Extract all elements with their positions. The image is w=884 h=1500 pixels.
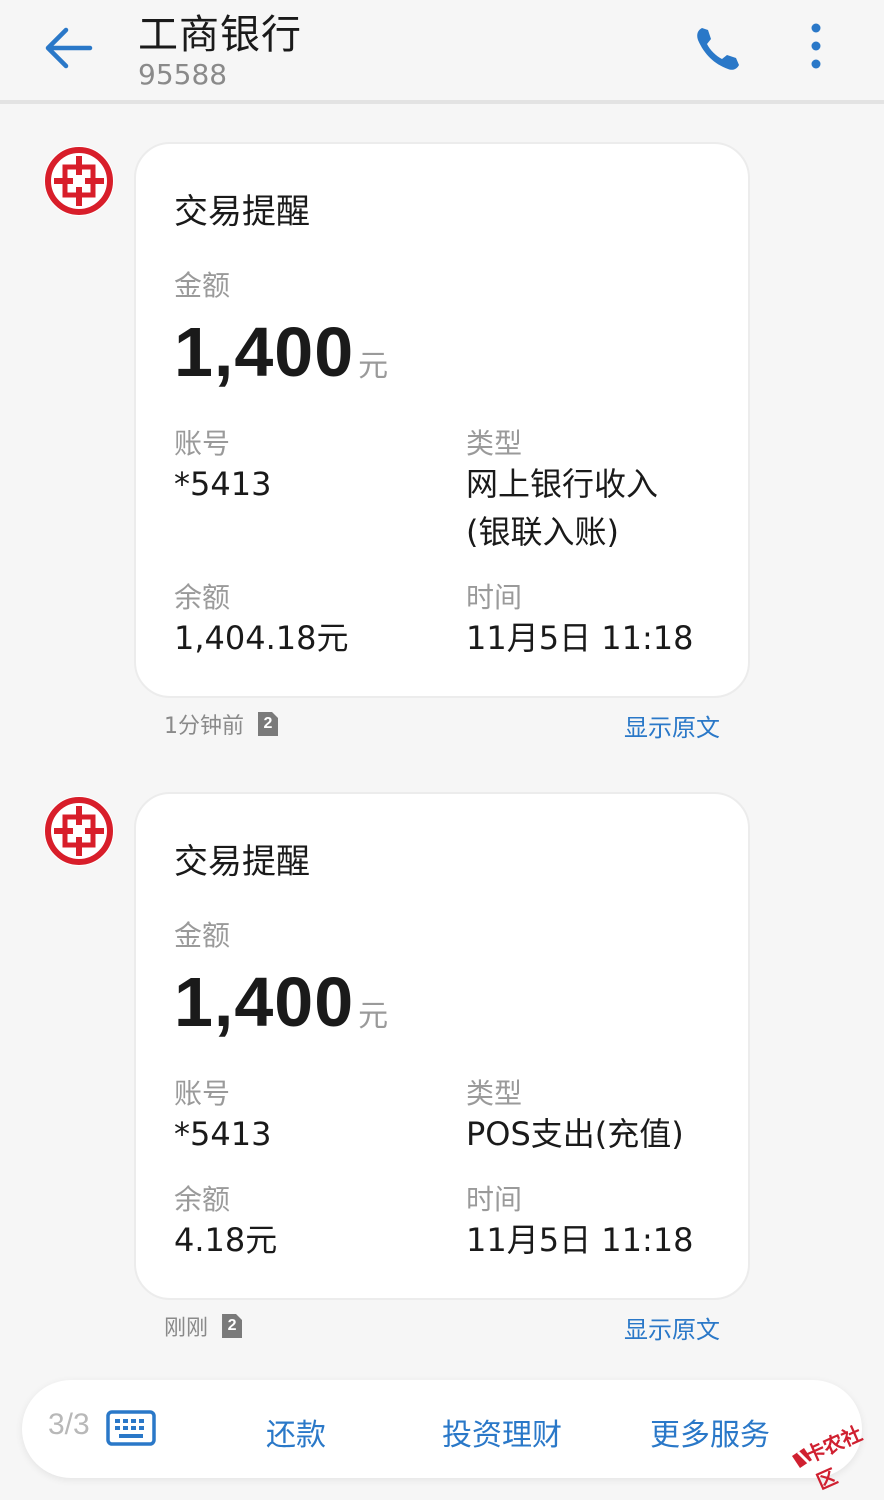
amount-label: 金额: [174, 919, 231, 952]
menu-item-investment[interactable]: 投资理财: [442, 1410, 562, 1454]
balance-label: 余额: [174, 581, 231, 614]
account-value: *5413: [174, 1115, 272, 1153]
conversation-number: 95588: [138, 58, 228, 91]
keyboard-icon: [106, 1410, 156, 1446]
amount-unit: 元: [358, 1000, 390, 1033]
icbc-logo-icon: [45, 797, 113, 865]
type-value-line1: POS支出(充值): [466, 1115, 684, 1153]
balance-value: 4.18元: [174, 1221, 278, 1259]
time-label: 时间: [466, 1183, 523, 1216]
call-button[interactable]: [692, 22, 744, 74]
account-label: 账号: [174, 1077, 231, 1110]
account-label: 账号: [174, 427, 231, 460]
icbc-logo-icon: [45, 147, 113, 215]
show-original-link[interactable]: 显示原文: [624, 1310, 720, 1345]
show-original-link[interactable]: 显示原文: [624, 708, 720, 743]
more-vertical-icon: [811, 23, 821, 69]
sms-conversation: 工商银行 95588 交易提醒 金额 1,400 元 账号 *5413 类型 网…: [0, 0, 884, 1500]
card-title: 交易提醒: [174, 192, 310, 232]
menu-item-more-services[interactable]: 更多服务: [650, 1410, 770, 1454]
sim-card-icon: 2: [222, 1314, 243, 1338]
transaction-card[interactable]: 交易提醒 金额 1,400 元 账号 *5413 类型 网上银行收入 (银联入账)…: [134, 142, 750, 698]
more-button[interactable]: [800, 20, 832, 72]
message-timestamp: 刚刚: [164, 1316, 209, 1341]
amount-label: 金额: [174, 269, 231, 302]
sender-avatar[interactable]: [44, 146, 114, 216]
phone-icon: [697, 28, 739, 70]
type-value-line2: (银联入账): [466, 513, 619, 551]
keyboard-toggle-button[interactable]: [106, 1410, 156, 1446]
time-value: 11月5日 11:18: [466, 1221, 694, 1259]
header: 工商银行 95588: [0, 0, 884, 104]
service-menu-bar: 3/3 还款 投资理财 更多服务: [22, 1380, 862, 1478]
menu-item-repayment[interactable]: 还款: [266, 1410, 326, 1454]
message-meta: 刚刚 2: [164, 1310, 243, 1342]
amount-value: 1,400 元: [174, 313, 390, 391]
time-label: 时间: [466, 581, 523, 614]
type-value-line1: 网上银行收入: [466, 465, 659, 503]
arrow-left-icon: [45, 27, 93, 69]
amount-value: 1,400 元: [174, 963, 390, 1041]
type-label: 类型: [466, 1077, 523, 1110]
balance-value: 1,404.18元: [174, 619, 349, 657]
time-value: 11月5日 11:18: [466, 619, 694, 657]
message-meta: 1分钟前 2: [164, 708, 278, 740]
balance-label: 余额: [174, 1183, 231, 1216]
sender-avatar[interactable]: [44, 796, 114, 866]
transaction-card[interactable]: 交易提醒 金额 1,400 元 账号 *5413 类型 POS支出(充值) 余额 …: [134, 792, 750, 1300]
amount-unit: 元: [358, 350, 390, 383]
type-label: 类型: [466, 427, 523, 460]
menu-page-counter: 3/3: [48, 1408, 90, 1441]
conversation-title: 工商银行: [138, 12, 302, 58]
card-title: 交易提醒: [174, 842, 310, 882]
message-timestamp: 1分钟前: [164, 714, 244, 739]
account-value: *5413: [174, 465, 272, 503]
back-button[interactable]: [40, 22, 96, 74]
sim-card-icon: 2: [258, 712, 278, 736]
